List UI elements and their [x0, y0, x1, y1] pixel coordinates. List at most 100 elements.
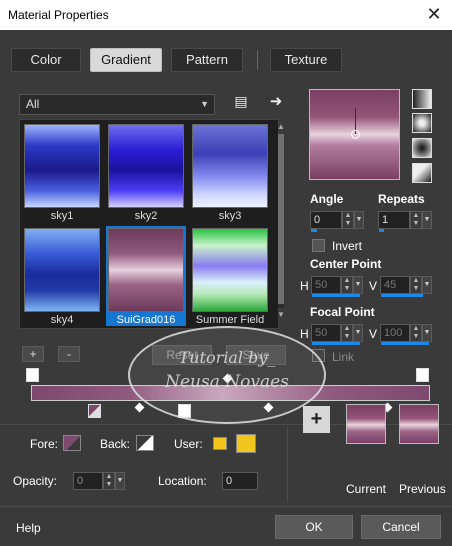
focal-v-spinner-icon[interactable]: ▲ ▼ — [410, 324, 422, 342]
sunburst-icon[interactable] — [412, 138, 432, 158]
focal-h-spinner-icon[interactable]: ▲ ▼ — [341, 324, 353, 342]
user-label: User: — [174, 437, 203, 451]
ok-button[interactable]: OK — [275, 515, 353, 539]
cancel-button[interactable]: Cancel — [361, 515, 441, 539]
chevron-down-icon: ▼ — [200, 99, 209, 109]
focal-v-dropdown-icon[interactable]: ▼ — [422, 324, 432, 342]
library-item-sky3[interactable]: sky3 — [190, 122, 270, 222]
focal-v-label: V — [369, 327, 378, 341]
library-item-label: sky1 — [50, 210, 74, 222]
center-h-spinner-icon[interactable]: ▲ ▼ — [341, 276, 353, 294]
rectangular-icon[interactable] — [412, 113, 432, 133]
focal-v-field[interactable]: 100 — [380, 324, 410, 342]
back-label: Back: — [100, 437, 131, 451]
angle-label: Angle — [310, 192, 344, 206]
center-point-handle[interactable] — [351, 130, 360, 139]
help-link[interactable]: Help — [16, 521, 41, 535]
location-field[interactable]: 0 — [222, 472, 258, 490]
link-label: Link — [332, 350, 355, 364]
focal-v-slider[interactable] — [381, 342, 429, 345]
save-button[interactable]: Save — [226, 345, 286, 365]
color-stop-2[interactable] — [178, 404, 191, 418]
center-h-slider[interactable] — [312, 294, 360, 297]
swatch-suigrad016 — [108, 228, 184, 312]
linear-icon[interactable] — [412, 89, 432, 109]
swatch-sky4 — [24, 228, 100, 312]
invert-checkbox[interactable] — [312, 239, 325, 252]
tab-texture[interactable]: Texture — [270, 48, 342, 72]
fore-color-swatch[interactable] — [63, 435, 81, 451]
category-dropdown[interactable]: All ▼ — [19, 94, 215, 115]
focal-h-dropdown-icon[interactable]: ▼ — [353, 324, 363, 342]
library-item-label: SuiGrad016 — [116, 314, 176, 326]
repeats-field[interactable]: 1 — [378, 211, 410, 229]
focal-h-slider[interactable] — [312, 342, 360, 345]
swatch-sky3 — [192, 124, 268, 208]
add-swatch-button[interactable]: + — [303, 406, 330, 433]
focal-h-field[interactable]: 50 — [311, 324, 341, 342]
repeats-dropdown-icon[interactable]: ▼ — [422, 211, 432, 229]
user-color-small[interactable] — [213, 437, 227, 450]
previous-gradient-swatch[interactable] — [399, 404, 439, 444]
library-item-sky4[interactable]: sky4 — [22, 226, 102, 326]
swatch-sky2 — [108, 124, 184, 208]
user-color-swatch[interactable] — [236, 434, 256, 453]
opacity-field[interactable]: 0 — [73, 472, 103, 490]
angle-dropdown-icon[interactable]: ▼ — [354, 211, 364, 229]
library-menu-icon[interactable]: ▤ — [233, 93, 249, 111]
center-h-dropdown-icon[interactable]: ▼ — [353, 276, 363, 294]
color-midpoint-2[interactable] — [263, 402, 274, 413]
library-item-label: Summer Field — [195, 314, 265, 326]
repeats-label: Repeats — [378, 192, 425, 206]
opacity-stop-left[interactable] — [26, 368, 39, 382]
center-v-spinner-icon[interactable]: ▲ ▼ — [410, 276, 422, 294]
scroll-thumb[interactable] — [278, 134, 284, 304]
opacity-dropdown-icon[interactable]: ▼ — [115, 472, 125, 490]
scroll-down-icon[interactable]: ▼ — [276, 310, 286, 320]
library-item-summer-field[interactable]: Summer Field — [190, 226, 270, 326]
reset-button[interactable]: Reset — [152, 345, 212, 365]
fore-label: Fore: — [30, 437, 59, 451]
repeats-slider[interactable] — [379, 229, 384, 232]
repeats-spinner-icon[interactable]: ▲ ▼ — [410, 211, 422, 229]
add-gradient-button[interactable]: + — [22, 346, 44, 362]
center-h-field[interactable]: 50 — [311, 276, 341, 294]
library-item-label: sky2 — [134, 210, 158, 222]
radial-icon[interactable] — [412, 163, 432, 183]
tab-pattern[interactable]: Pattern — [171, 48, 243, 72]
color-midpoint-1[interactable] — [134, 402, 145, 413]
tab-gradient[interactable]: Gradient — [90, 48, 162, 72]
angle-field[interactable]: 0 — [310, 211, 342, 229]
library-item-sky2[interactable]: sky2 — [106, 122, 186, 222]
title-bar: Material Properties ✕ — [0, 0, 452, 30]
library-item-label: sky4 — [50, 314, 74, 326]
angle-spinner-icon[interactable]: ▲ ▼ — [342, 211, 354, 229]
color-stop-1[interactable] — [88, 404, 101, 418]
tab-color[interactable]: Color — [11, 48, 81, 72]
library-item-suigrad016[interactable]: SuiGrad016 — [106, 226, 186, 326]
center-v-dropdown-icon[interactable]: ▼ — [422, 276, 432, 294]
gradient-library-grid: sky1 sky2 sky3 sky4 SuiGrad016 Summer Fi… — [19, 119, 279, 329]
scroll-up-icon[interactable]: ▲ — [276, 122, 286, 132]
center-h-label: H — [300, 279, 309, 293]
opacity-midpoint[interactable] — [222, 373, 233, 384]
link-checkbox[interactable] — [312, 349, 325, 362]
remove-gradient-button[interactable]: - — [58, 346, 80, 362]
opacity-spinner-icon[interactable]: ▲ ▼ — [103, 472, 115, 490]
library-scrollbar[interactable]: ▲ ▼ — [276, 122, 286, 320]
arrow-right-icon[interactable]: ➜ — [267, 92, 285, 110]
angle-slider[interactable] — [311, 229, 317, 232]
center-v-slider[interactable] — [381, 294, 423, 297]
invert-label: Invert — [332, 239, 363, 253]
back-color-swatch[interactable] — [136, 435, 154, 451]
center-v-field[interactable]: 45 — [380, 276, 410, 294]
center-v-label: V — [369, 279, 378, 293]
library-item-sky1[interactable]: sky1 — [22, 122, 102, 222]
current-gradient-swatch[interactable] — [346, 404, 386, 444]
opacity-stop-right[interactable] — [416, 368, 429, 382]
gradient-editor-bar[interactable] — [31, 385, 430, 401]
focal-point-label: Focal Point — [310, 305, 375, 319]
gradient-preview[interactable] — [309, 89, 400, 180]
close-icon[interactable]: ✕ — [424, 4, 444, 24]
previous-label: Previous — [399, 482, 446, 496]
